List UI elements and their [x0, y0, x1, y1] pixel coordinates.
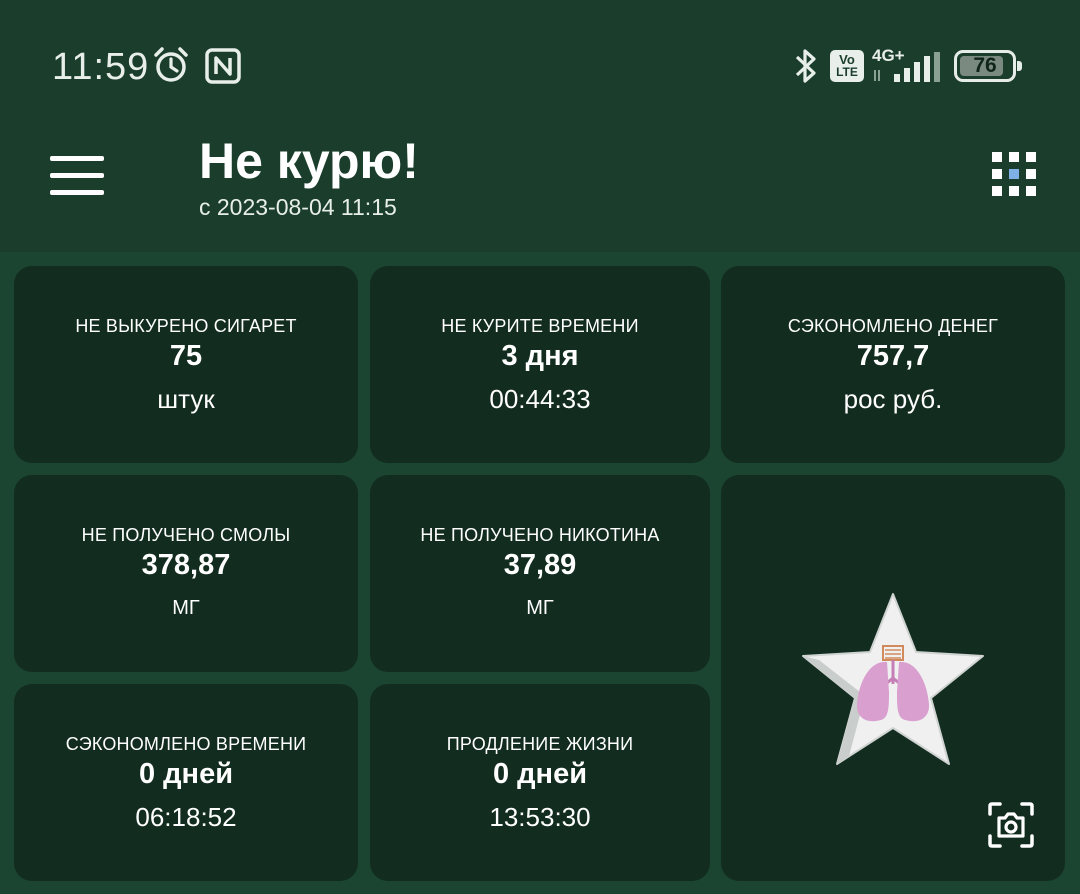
volte-icon: Vo LTE [830, 50, 864, 82]
card-unit: 06:18:52 [135, 802, 237, 832]
battery-level: 76 [973, 54, 997, 77]
battery-icon: 76 [954, 50, 1022, 82]
signal-4g-icon [874, 52, 940, 82]
card-value: 37,89 [503, 549, 577, 581]
nfc-icon [205, 48, 241, 84]
card-value: 75 [169, 340, 203, 372]
achievement-card[interactable] [721, 475, 1065, 881]
card-value: 0 дней [138, 758, 234, 790]
bluetooth-icon [795, 49, 816, 83]
card-money[interactable]: СЭКОНОМЛЕНО ДЕНЕГ 757,7 рос руб. [721, 266, 1065, 463]
card-unit: МГ [172, 597, 200, 619]
card-nicotine[interactable]: НЕ ПОЛУЧЕНО НИКОТИНА 37,89 МГ [370, 475, 710, 672]
app-bar: Не курю! с 2023-08-04 11:15 [0, 120, 1080, 252]
card-label: НЕ КУРИТЕ ВРЕМЕНИ [441, 316, 639, 336]
grid-menu-icon[interactable] [990, 150, 1038, 198]
volte-bottom: LTE [836, 65, 858, 79]
star-lungs-icon [802, 593, 984, 765]
card-time-free[interactable]: НЕ КУРИТЕ ВРЕМЕНИ 3 дня 00:44:33 [370, 266, 710, 463]
card-unit: 13:53:30 [489, 802, 591, 832]
status-bar: 11:59 Vo LTE 4G+ 76 [0, 0, 1080, 120]
alarm-icon [154, 47, 188, 82]
top-area: 11:59 Vo LTE 4G+ 76 Не курю! с 2023-08-0… [0, 0, 1080, 252]
card-unit: 00:44:33 [489, 384, 591, 414]
card-label: СЭКОНОМЛЕНО ВРЕМЕНИ [65, 734, 307, 754]
card-unit: МГ [526, 597, 554, 619]
card-value: 757,7 [856, 340, 930, 372]
card-label: ПРОДЛЕНИЕ ЖИЗНИ [446, 734, 634, 754]
hamburger-menu-icon[interactable] [50, 156, 104, 196]
card-value: 3 дня [501, 340, 579, 372]
card-value: 0 дней [492, 758, 588, 790]
card-life[interactable]: ПРОДЛЕНИЕ ЖИЗНИ 0 дней 13:53:30 [370, 684, 710, 881]
card-label: СЭКОНОМЛЕНО ДЕНЕГ [787, 316, 999, 336]
app-subtitle: с 2023-08-04 11:15 [199, 194, 397, 220]
card-unit: рос руб. [843, 384, 943, 414]
card-label: НЕ ВЫКУРЕНО СИГАРЕТ [75, 316, 297, 336]
card-value: 378,87 [141, 549, 231, 581]
card-label: НЕ ПОЛУЧЕНО СМОЛЫ [81, 525, 291, 545]
card-label: НЕ ПОЛУЧЕНО НИКОТИНА [420, 525, 660, 545]
card-tar[interactable]: НЕ ПОЛУЧЕНО СМОЛЫ 378,87 МГ [14, 475, 358, 672]
card-unit: штук [157, 384, 215, 414]
app-title: Не курю! [199, 133, 419, 189]
screenshot-camera-icon[interactable] [987, 801, 1035, 849]
status-time: 11:59 [52, 46, 150, 88]
card-cigarettes[interactable]: НЕ ВЫКУРЕНО СИГАРЕТ 75 штук [14, 266, 358, 463]
card-time-saved[interactable]: СЭКОНОМЛЕНО ВРЕМЕНИ 0 дней 06:18:52 [14, 684, 358, 881]
